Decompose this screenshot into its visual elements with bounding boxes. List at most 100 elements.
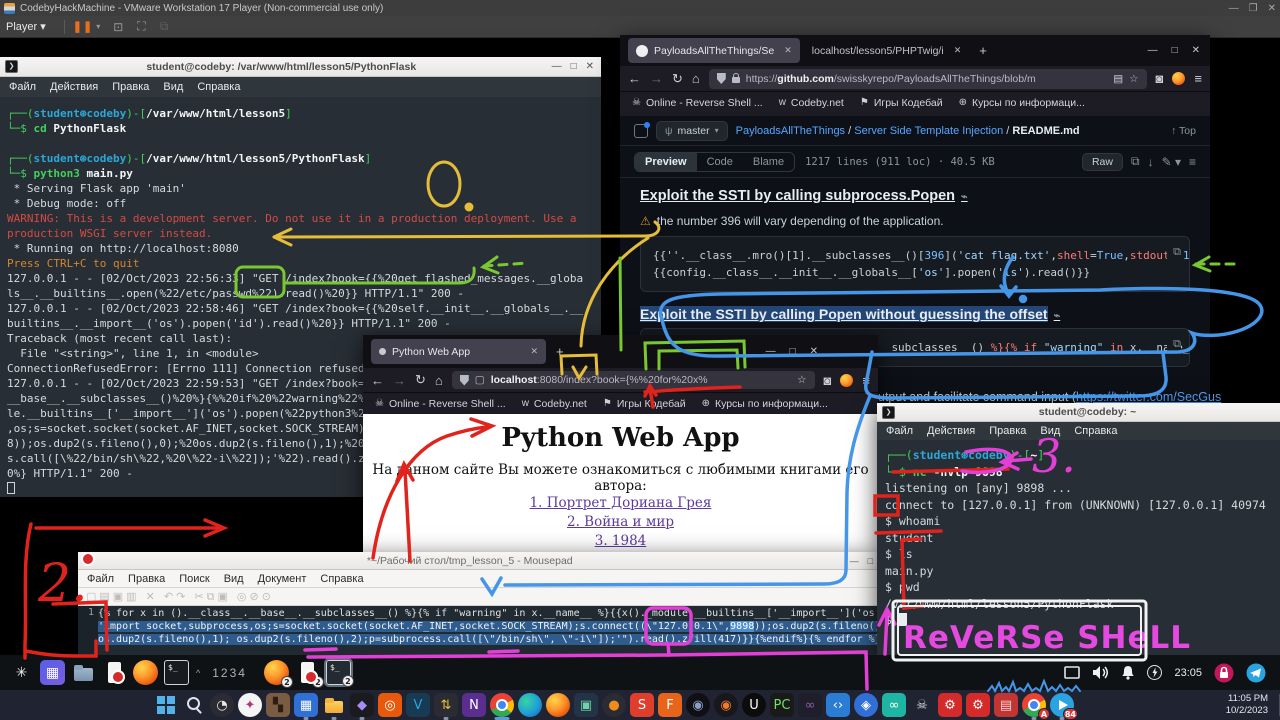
virtualbox-icon[interactable]: V [406,693,430,717]
chrome-profile-icon[interactable]: A [1022,693,1046,717]
tab-close-icon[interactable]: ✕ [530,346,538,357]
mousepad-window-icon[interactable]: 2 [295,660,320,685]
fl-studio-icon[interactable]: ● [602,693,626,717]
start-icon[interactable] [154,693,178,717]
minimize-button[interactable]: — [766,346,776,357]
twitter-link[interactable]: https://twitter.com/SecGus [1076,390,1221,404]
vmware-maximize-button[interactable]: ❐ [1249,3,1258,14]
chrome-icon[interactable] [490,693,514,717]
pocket-icon[interactable]: ◙ [1156,71,1164,86]
breadcrumb[interactable]: PayloadsAllTheThings / Server Side Templ… [736,125,1080,137]
tab-localhost-phptwig[interactable]: localhost/lesson5/PHPTwig/i ✕ [804,38,969,63]
pycharm-icon[interactable]: PC [770,693,794,717]
vmware-close-button[interactable]: ✕ [1268,3,1276,14]
ssti-popen-heading[interactable]: Exploit the SSTI by calling Popen withou… [640,306,1190,322]
devtoys-icon[interactable]: ▣ [574,693,598,717]
menu-entry-dark-item[interactable]: Поиск [179,573,209,585]
anchor-link-icon[interactable]: ⌁ [961,191,968,203]
new-tab-button[interactable]: + [550,344,570,359]
pause-vm-button[interactable]: ❚❚ [73,20,93,33]
hamburger-menu-icon[interactable]: ≡ [862,373,870,388]
edge-icon[interactable] [518,693,542,717]
home-icon[interactable]: ⌂ [692,71,700,86]
gauge-app-icon[interactable]: ◔ [210,693,234,717]
editor-text[interactable]: {% for x in ().__class__.__base__.__subc… [98,606,880,655]
kali-logo-icon[interactable]: ✳ [9,660,34,685]
maximize-button[interactable]: □ [1172,45,1178,56]
menu-entry-item[interactable]: Справка [197,81,240,93]
view-switcher[interactable]: Preview Code Blame [634,152,795,172]
tab-code[interactable]: Code [697,153,743,171]
vmware-minimize-button[interactable]: — [1229,3,1239,14]
home-icon[interactable]: ⌂ [435,373,443,388]
file-manager-icon[interactable] [71,660,96,685]
reload-icon[interactable]: ↻ [672,71,683,87]
visual-studio-icon[interactable]: ∞ [798,693,822,717]
terminal-flask-titlebar[interactable]: ❯ student@codeby: /var/www/html/lesson5/… [0,57,601,77]
maximize-button[interactable]: □ [868,556,873,566]
menu-entry-dark-item[interactable]: Файл [87,573,114,585]
menu-entry-item[interactable]: Действия [927,425,975,437]
copy-code-icon[interactable]: ⧉ [1167,335,1181,352]
hamburger-menu-icon[interactable]: ≡ [1194,71,1202,86]
skull-app-icon[interactable]: ☠ [910,693,934,717]
vm-clock[interactable]: 23:05 [1174,667,1202,679]
new-tab-button[interactable]: + [973,43,993,58]
files-app-icon[interactable]: ▦ [40,660,65,685]
menu-entry-dark-item[interactable]: Вид [224,573,244,585]
back-to-top-link[interactable]: ↑ Top [1171,125,1196,137]
search-icon[interactable] [182,693,206,717]
tracking-shield-icon[interactable] [717,73,726,84]
menu-entry-item[interactable]: Вид [163,81,183,93]
tab-payloadsallthethings[interactable]: PayloadsAllTheThings/Se ✕ [628,38,800,63]
expand-icon[interactable]: ^ [196,668,200,678]
menu-entry-dark-item[interactable]: Справка [320,573,363,585]
terminal-nc-titlebar[interactable]: ❯ student@codeby: ~ [877,403,1280,422]
gear-red-1-icon[interactable]: ⚙ [938,693,962,717]
copy-raw-icon[interactable]: ⧉ [1131,154,1140,169]
bm-item-item[interactable]: ☠Online - Reverse Shell ... [375,398,506,410]
bookmark-star-icon[interactable]: ☆ [797,374,806,386]
menu-entry-dark-item[interactable]: Документ [258,573,307,585]
menu-entry-item[interactable]: Справка [1074,425,1117,437]
bm-item-item[interactable]: ⊕Курсы по информаци... [702,398,828,410]
bm-item-item[interactable]: ⊕Курсы по информаци... [959,97,1085,109]
bm-item-item[interactable]: wCodeby.net [522,398,587,410]
vscode-icon[interactable]: ‹› [826,693,850,717]
terminal-icon[interactable] [164,660,189,685]
pwa-link-item[interactable]: 1. Портрет Дориана Грея [363,494,878,513]
raw-button[interactable]: Raw [1082,153,1123,171]
tab-preview[interactable]: Preview [635,153,697,171]
minimize-button[interactable]: — [850,556,859,566]
minimize-button[interactable]: — [1148,45,1158,56]
file-explorer-icon[interactable] [322,693,346,717]
onenote-icon[interactable]: N [462,693,486,717]
telegram-icon[interactable]: 84 [1050,693,1074,717]
toolbox-icon[interactable]: ▤ [994,693,1018,717]
terminal-nc-output[interactable]: ┌──(student⊛codeby)-[~]└─$ nc -nvlp 9898… [877,440,1280,655]
edit-pencil-icon[interactable]: ✎ ▾ [1162,155,1181,169]
tracking-shield-icon[interactable] [460,375,469,386]
fullscreen-icon[interactable]: ⛶ [137,19,145,34]
power-icon[interactable] [1147,665,1162,680]
windows-clock[interactable]: 11:05 PM 10/2/2023 [1226,693,1268,716]
f-app-icon[interactable]: F [658,693,682,717]
menu-entry-item[interactable]: Файл [9,81,36,93]
arrows-app-icon[interactable]: ⇅ [434,693,458,717]
reload-icon[interactable]: ↻ [415,372,426,388]
mousepad-titlebar[interactable]: *~/Рабочий стол/tmp_lesson_5 - Mousepad … [78,552,880,570]
menu-entry-item[interactable]: Вид [1040,425,1060,437]
firefox-icon[interactable] [133,660,158,685]
tab-close-icon[interactable]: ✕ [954,45,962,56]
obsidian-icon[interactable]: ◆ [350,693,374,717]
pin-app-icon[interactable]: ◈ [854,693,878,717]
tab-blame[interactable]: Blame [743,153,794,171]
firefox-icon[interactable] [546,693,570,717]
mousepad-icon[interactable] [102,660,127,685]
orange-app-icon[interactable]: ◎ [378,693,402,717]
bookmark-star-icon[interactable]: ☆ [1129,73,1138,85]
menu-entry-dark-item[interactable]: Правка [128,573,165,585]
reader-mode-icon[interactable]: ▤ [1113,73,1123,85]
pause-caret-icon[interactable]: ▾ [96,22,100,31]
menu-entry-item[interactable]: Правка [989,425,1026,437]
